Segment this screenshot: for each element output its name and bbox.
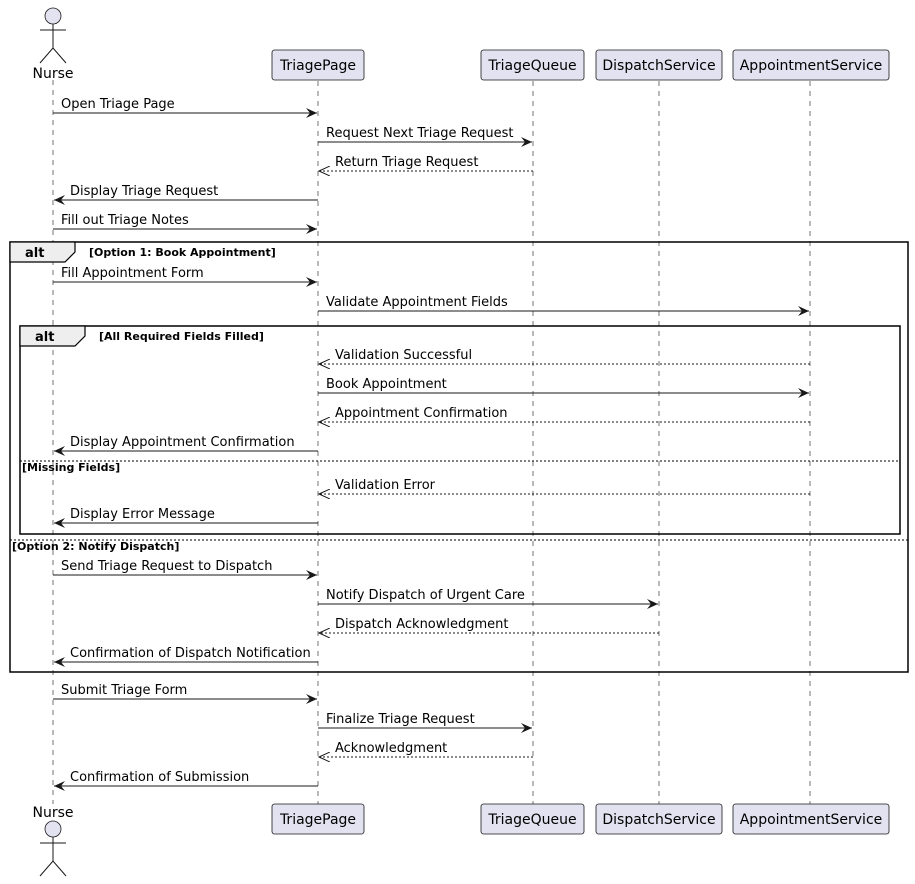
fragment-keyword: alt [35,330,54,345]
participant-triagepage-top: TriagePage [271,49,365,81]
participant-triagequeue-bottom: TriageQueue [480,803,585,835]
else-guard: [Option 2: Notify Dispatch] [12,540,179,553]
message-label: Notify Dispatch of Urgent Care [326,588,525,603]
message: Finalize Triage Request [318,712,532,733]
participant-label: TriagePage [279,58,356,74]
message: Acknowledgment [319,741,533,757]
message-label: Fill Appointment Form [61,266,204,281]
participant-label: TriagePage [279,812,356,828]
message: Return Triage Request [319,155,533,171]
message-label: Return Triage Request [335,155,478,170]
participant-appointmentservice-top: AppointmentService [732,49,890,81]
message: Book Appointment [318,377,809,398]
message-label: Send Triage Request to Dispatch [61,559,272,574]
message: Validate Appointment Fields [318,295,809,316]
message-label: Display Triage Request [70,184,218,199]
message: Display Appointment Confirmation [54,435,318,456]
else-guard: [Missing Fields] [22,461,120,474]
fragment-guard: [All Required Fields Filled] [99,330,264,343]
message-label: Validation Error [335,478,436,493]
participant-label: AppointmentService [740,58,883,74]
message: Send Triage Request to Dispatch [53,559,317,580]
message-label: Validation Successful [335,348,472,363]
message: Notify Dispatch of Urgent Care [318,588,658,609]
message-label: Book Appointment [326,377,447,392]
message: Submit Triage Form [53,683,317,704]
message-label: Acknowledgment [335,741,447,756]
message: Appointment Confirmation [319,406,810,422]
message-label: Display Appointment Confirmation [70,435,295,450]
participant-nurse-bottom: Nurse [32,805,74,877]
fragment-guard: [Option 1: Book Appointment] [89,246,276,259]
message-label: Fill out Triage Notes [61,213,189,228]
message-label: Appointment Confirmation [335,406,508,421]
message: Dispatch Acknowledgment [319,617,659,633]
message: Confirmation of Submission [54,770,318,791]
message: Validation Successful [319,348,810,364]
message-label: Dispatch Acknowledgment [335,617,509,632]
message: Confirmation of Dispatch Notification [54,646,318,667]
message: Fill Appointment Form [53,266,317,287]
participant-nurse-top: Nurse [32,7,74,82]
message-label: Confirmation of Submission [70,770,249,785]
actor-label: Nurse [32,66,73,82]
participant-label: TriageQueue [487,58,576,74]
message: Request Next Triage Request [318,126,532,147]
message: Fill out Triage Notes [53,213,317,234]
message-label: Request Next Triage Request [326,126,514,141]
message: Validation Error [319,478,810,494]
participant-appointmentservice-bottom: AppointmentService [732,803,890,835]
message-label: Submit Triage Form [61,683,187,698]
participant-label: TriageQueue [487,812,576,828]
participant-dispatchservice-bottom: DispatchService [595,803,723,835]
participant-label: AppointmentService [740,812,883,828]
participant-triagequeue-top: TriageQueue [480,49,585,81]
sequence-diagram: alt [Option 1: Book Appointment] [Option 2… [9,7,909,877]
message: Display Error Message [54,507,318,528]
message-label: Confirmation of Dispatch Notification [70,646,311,661]
message: Open Triage Page [53,97,317,118]
participant-label: DispatchService [602,58,715,74]
participant-triagepage-bottom: TriagePage [271,803,365,835]
actor-label: Nurse [32,805,73,821]
participant-dispatchservice-top: DispatchService [595,49,723,81]
fragment-keyword: alt [25,246,44,261]
participant-label: DispatchService [602,812,715,828]
message-label: Display Error Message [70,507,215,522]
message: Display Triage Request [54,184,318,205]
message-label: Validate Appointment Fields [326,295,508,310]
message-label: Finalize Triage Request [326,712,475,727]
message-label: Open Triage Page [61,97,175,112]
